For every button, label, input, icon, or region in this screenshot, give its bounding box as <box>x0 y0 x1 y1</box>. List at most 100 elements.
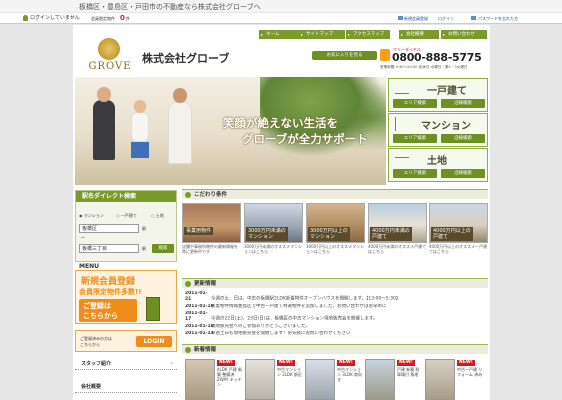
condition-tile-house-under[interactable]: 4000万円未満の 戸建て 4000万円未満のオススメ戸建てはこちら <box>368 203 427 271</box>
listing-desc: 中古マンション 3LDK 南向き <box>337 367 363 382</box>
house-line-search-button[interactable]: 沿線検索 <box>441 99 485 108</box>
radio-house-label: 一戸建て <box>120 213 137 218</box>
register-cta-line2: こちらから <box>83 312 118 320</box>
register-banner[interactable]: 新規会員登録 会員限定物件多数!! ご登録は こちらから <box>75 270 177 324</box>
property-type-land[interactable]: 土地 エリア検索 沿線検索 <box>388 148 488 182</box>
register-cta[interactable]: ご登録は こちらから <box>79 299 137 322</box>
forgot-password-link[interactable]: パスワードを忘れた方 <box>478 16 518 21</box>
company-link-label: 会社概要 <box>81 384 102 390</box>
staff-link-label: スタッフ紹介 <box>81 361 112 367</box>
update-text: 今週土日も現地販売会を開催します！お気軽にお問い合わせください <box>211 331 351 336</box>
condition-desc: 3000万円未満のオススメマンションはこちら <box>244 244 303 254</box>
condition-desc: 4000万円以上のオススメ一戸建てはこちら <box>429 244 488 254</box>
new-listing-tile[interactable]: NEW! 中古マンション 3LDK 南向き <box>305 359 363 400</box>
hero-family-figures <box>83 82 203 185</box>
to-station-unit: 駅 <box>142 246 146 251</box>
logo[interactable]: GROVE <box>82 38 138 74</box>
conditions-section-title: こだわり条件 <box>182 189 488 199</box>
from-station-unit: 駅 <box>142 226 146 231</box>
register-title: 新規会員登録 <box>81 277 136 287</box>
login-button[interactable]: LOGIN <box>136 336 172 347</box>
member-count: 0 <box>120 14 125 22</box>
register-cta-line1: ご登録は <box>83 302 111 310</box>
update-row[interactable]: 2011-01-13今週土日も現地販売会を開催します！お気軽にお問い合わせくださ… <box>185 331 485 337</box>
listing-desc: 中古一戸建 リフォーム 済み <box>457 367 483 377</box>
from-station-input[interactable]: 板橋区 <box>79 224 139 233</box>
nav-contact[interactable]: お問い合わせ <box>441 30 487 39</box>
site-tagline: 板橋区・豊島区・戸田市の不動産なら株式会社グローブへ <box>79 3 261 11</box>
range-separator: 〜 <box>81 235 85 240</box>
business-hours: 営業時間 9:30〜20:00 定休日 水曜日・第1・3火曜日 <box>380 65 468 69</box>
land-line-search-button[interactable]: 沿線検索 <box>441 169 485 178</box>
register-link[interactable]: 新規会員登録 <box>404 16 428 21</box>
property-type-label: 土地 <box>427 156 447 167</box>
company-link[interactable]: 会社概要 <box>75 381 177 393</box>
phone-number[interactable]: 0800-888-5775 <box>392 51 482 64</box>
condition-tile-mansion-under[interactable]: 3000万円未満の マンション 3000万円未満のオススメマンションはこちら <box>244 203 303 271</box>
login-note-1: ご登録済みの方は <box>80 336 112 341</box>
new-badge: NEW! <box>397 360 415 366</box>
chevron-right-icon: › <box>170 360 173 367</box>
station-search-title: 駅名ダイレクト検索 <box>76 191 176 202</box>
radio-land-label: 土地 <box>155 213 164 218</box>
login-link[interactable]: ログイン <box>438 16 454 21</box>
update-row[interactable]: 2011-01-19新着物件情報豊島区で中古一戸建て特選物件を追加しました。お問… <box>185 304 485 310</box>
login-status: ログインしていません <box>30 15 80 21</box>
to-station-input[interactable]: 板橋三丁目 <box>79 244 139 253</box>
nav-sitemap[interactable]: サイトマップ <box>299 30 345 39</box>
member-count-label: 会員限定物件 <box>91 16 115 21</box>
condition-label: 4000万円以上の 戸建て <box>431 227 473 241</box>
update-date: 2011-01-21 <box>185 291 208 302</box>
house-area-search-button[interactable]: エリア検索 <box>393 99 437 108</box>
logo-text: GROVE <box>88 61 132 72</box>
condition-photo <box>182 203 241 243</box>
station-search-panel: 駅名ダイレクト検索 ◉ マンション ○ 一戸建て ○ 土地 板橋区 駅 〜 板橋… <box>75 190 177 262</box>
new-badge: NEW! <box>457 360 475 366</box>
condition-desc: 4000万円未満のオススメ戸建てはこちら <box>368 244 427 254</box>
mansion-line-search-button[interactable]: 沿線検索 <box>441 134 485 143</box>
update-text: 新着物件情報豊島区で中古一戸建て特選物件を追加しました。お問い合わせはお早めに <box>211 304 387 309</box>
new-badge: NEW! <box>277 360 295 366</box>
new-listing-tile[interactable]: NEW! 4LDK 戸建 新築 整備済 ZWAY キッチン <box>185 359 243 400</box>
mansion-area-search-button[interactable]: エリア検索 <box>393 134 437 143</box>
listing-desc: 戸建 新築 駐車場付 角地 <box>397 367 420 377</box>
listing-photo <box>185 359 215 400</box>
new-listing-tile[interactable]: NEW! 中古マンション 2LDK 駅近 <box>245 359 303 400</box>
type-radio-group: ◉ マンション ○ 一戸建て ○ 土地 <box>79 213 173 221</box>
new-listing-tile[interactable]: NEW! 戸建 新築 駐車場付 角地 <box>365 359 423 400</box>
login-banner[interactable]: ご登録済みの方は こちらから LOGIN <box>75 330 177 352</box>
property-type-mansion[interactable]: マンション エリア検索 沿線検索 <box>388 113 488 147</box>
update-date: 2011-01-13 <box>185 331 214 336</box>
update-text: 今週の土、日は、中古の板橋駅2LDK新着物件オープンハウスを開催します。【13:… <box>211 296 401 302</box>
condition-label: 3000万円未満の マンション <box>246 227 288 241</box>
listing-desc: 4LDK 戸建 新築 整備済 ZWAY キッチン <box>217 367 243 387</box>
condition-tile-mansion-over[interactable]: 3000万円以上の マンション 3000万円以上のオススメマンションはこちら <box>306 203 365 271</box>
land-icon <box>395 157 409 165</box>
register-link-icon <box>398 16 403 20</box>
phone-icon <box>380 49 390 61</box>
update-date: 2011-01-19 <box>185 304 214 309</box>
condition-desc: 店舗や事務所物件の最新情報を常に更新中です <box>182 244 238 254</box>
nav-company[interactable]: 会社概要 <box>399 30 439 39</box>
condition-label: 4000万円未満の 戸建て <box>370 227 412 241</box>
station-search-button[interactable]: 検索 <box>152 244 174 253</box>
radio-land[interactable]: ○ 土地 <box>151 213 164 218</box>
login-note-2: こちらから <box>80 342 100 347</box>
favorites-button[interactable]: お気に入りを見る <box>312 51 377 60</box>
nav-access-map[interactable]: アクセスマップ <box>346 30 390 39</box>
listing-photo <box>305 359 335 400</box>
new-listing-tile[interactable]: NEW! 中古一戸建 リフォーム 済み <box>425 359 483 400</box>
update-row[interactable]: 2011-01-16現地販売会へのご参加ありがとうございました。 <box>185 324 485 330</box>
update-row[interactable]: 2011-01-17 今週の22日(土)、23日(日)は、板橋区の中古マンション現… <box>185 311 485 322</box>
condition-tile-commercial[interactable]: 事業用物件 店舗や事務所物件の最新情報を常に更新中です <box>182 203 241 271</box>
radio-mansion[interactable]: ◉ マンション <box>79 213 104 218</box>
radio-house[interactable]: ○ 一戸建て <box>116 213 137 218</box>
update-row[interactable]: 2011-01-21 今週の土、日は、中古の板橋駅2LDK新着物件オープンハウスを… <box>185 291 485 302</box>
house-icon <box>395 82 409 94</box>
hero-banner: 笑顔が絶えない生活を グローブが全力サポート <box>75 77 386 185</box>
staff-link[interactable]: スタッフ紹介 › <box>75 358 177 370</box>
update-date: 2011-01-16 <box>185 324 214 329</box>
land-area-search-button[interactable]: エリア検索 <box>393 169 437 178</box>
property-type-house[interactable]: 一戸建て エリア検索 沿線検索 <box>388 78 488 112</box>
condition-tile-house-over[interactable]: 4000万円以上の 戸建て 4000万円以上のオススメ一戸建てはこちら <box>429 203 488 271</box>
